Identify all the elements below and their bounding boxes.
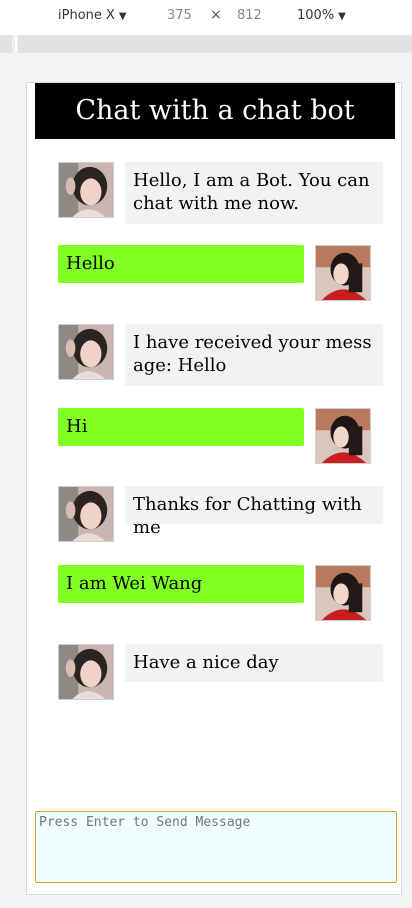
bot-avatar-icon bbox=[59, 325, 113, 379]
device-selector[interactable]: iPhone X ▼ bbox=[58, 8, 127, 23]
chat-page: Chat with a chat bot Hello, I am a Bot. … bbox=[26, 82, 402, 895]
bot-avatar-icon bbox=[59, 163, 113, 217]
bot-avatar bbox=[58, 644, 114, 700]
bot-avatar-icon bbox=[59, 645, 113, 699]
user-message-bubble: Hi bbox=[58, 408, 304, 446]
zoom-selector[interactable]: 100% ▼ bbox=[297, 8, 346, 23]
user-avatar bbox=[315, 408, 371, 464]
page-title: Chat with a chat bot bbox=[35, 83, 395, 139]
user-avatar bbox=[315, 565, 371, 621]
ruler-segment bbox=[0, 35, 12, 53]
caret-down-icon: ▼ bbox=[118, 11, 127, 22]
viewport-width[interactable]: 375 bbox=[167, 8, 192, 23]
ruler-segment bbox=[18, 35, 412, 53]
zoom-value: 100% bbox=[297, 8, 335, 23]
message-input[interactable] bbox=[35, 811, 397, 883]
bot-avatar bbox=[58, 324, 114, 380]
user-avatar-icon bbox=[316, 246, 370, 300]
viewport-height[interactable]: 812 bbox=[237, 8, 262, 23]
user-avatar-icon bbox=[316, 566, 370, 620]
devtools-toolbar: iPhone X ▼ 375 × 812 100% ▼ bbox=[0, 0, 412, 33]
dimension-separator: × bbox=[210, 7, 222, 23]
media-query-ruler bbox=[0, 35, 412, 53]
caret-down-icon: ▼ bbox=[338, 11, 346, 22]
bot-avatar bbox=[58, 486, 114, 542]
user-message-bubble: I am Wei Wang bbox=[58, 565, 304, 603]
bot-message-bubble: Thanks for Chatting with me bbox=[125, 486, 383, 538]
bot-avatar bbox=[58, 162, 114, 218]
user-avatar-icon bbox=[316, 409, 370, 463]
bot-message-bubble: Have a nice day bbox=[125, 644, 383, 682]
device-name: iPhone X bbox=[58, 8, 115, 23]
user-message-bubble: Hello bbox=[58, 245, 304, 283]
ruler-divider bbox=[15, 36, 17, 52]
bot-message-bubble: I have received your message: Hello bbox=[125, 324, 383, 386]
bot-avatar-icon bbox=[59, 487, 113, 541]
bot-message-bubble: Hello, I am a Bot. You can chat with me … bbox=[125, 162, 383, 224]
user-avatar bbox=[315, 245, 371, 301]
